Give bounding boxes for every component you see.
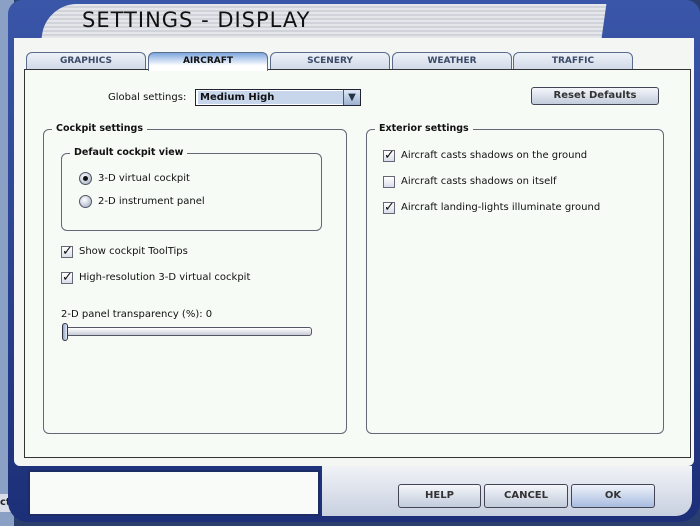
chevron-down-icon[interactable]: ▼ <box>343 90 360 105</box>
tab-aircraft[interactable]: AIRCRAFT <box>148 52 268 71</box>
slider-thumb[interactable] <box>62 323 68 341</box>
cancel-button[interactable]: CANCEL <box>484 484 568 508</box>
checkbox-landing-lights[interactable]: ✓ <box>383 201 395 214</box>
radio-3d-label: 3-D virtual cockpit <box>98 173 190 184</box>
tab-scenery[interactable]: SCENERY <box>270 52 390 70</box>
reset-defaults-button[interactable]: Reset Defaults <box>531 87 659 105</box>
status-box <box>28 470 320 516</box>
global-settings-dropdown[interactable]: Medium High ▼ <box>195 89 361 106</box>
high-res-cockpit-label: High-resolution 3-D virtual cockpit <box>79 272 251 283</box>
ok-button[interactable]: OK <box>571 484 655 508</box>
dialog-title: SETTINGS - DISPLAY <box>82 8 311 32</box>
exterior-settings-group: Exterior settings <box>366 123 664 434</box>
checkbox-high-res-cockpit[interactable]: ✓ <box>61 271 73 284</box>
tab-traffic[interactable]: TRAFFIC <box>513 52 633 70</box>
default-cockpit-view-title: Default cockpit view <box>70 147 188 158</box>
global-settings-label: Global settings: <box>108 92 187 103</box>
checkbox-shadows-itself[interactable] <box>383 176 395 188</box>
default-cockpit-view-group: Default cockpit view <box>61 147 322 231</box>
global-settings-value: Medium High <box>198 91 344 104</box>
landing-lights-label: Aircraft landing-lights illuminate groun… <box>401 202 601 213</box>
checkbox-show-tooltips[interactable]: ✓ <box>61 245 73 258</box>
tab-weather[interactable]: WEATHER <box>392 52 512 70</box>
shadows-ground-label: Aircraft casts shadows on the ground <box>401 150 588 161</box>
tab-graphics[interactable]: GRAPHICS <box>26 52 146 70</box>
panel-transparency-slider[interactable] <box>63 327 312 336</box>
help-button[interactable]: HELP <box>398 484 481 508</box>
cockpit-settings-title: Cockpit settings <box>52 123 148 134</box>
panel-transparency-label: 2-D panel transparency (%): 0 <box>61 309 213 320</box>
radio-2d-label: 2-D instrument panel <box>98 196 205 207</box>
checkbox-shadows-ground[interactable]: ✓ <box>383 149 395 162</box>
radio-2d-instrument-panel[interactable] <box>79 195 92 208</box>
radio-3d-virtual-cockpit[interactable] <box>79 172 92 185</box>
exterior-settings-title: Exterior settings <box>375 123 473 134</box>
shadows-itself-label: Aircraft casts shadows on itself <box>401 176 557 187</box>
show-tooltips-label: Show cockpit ToolTips <box>79 246 188 257</box>
